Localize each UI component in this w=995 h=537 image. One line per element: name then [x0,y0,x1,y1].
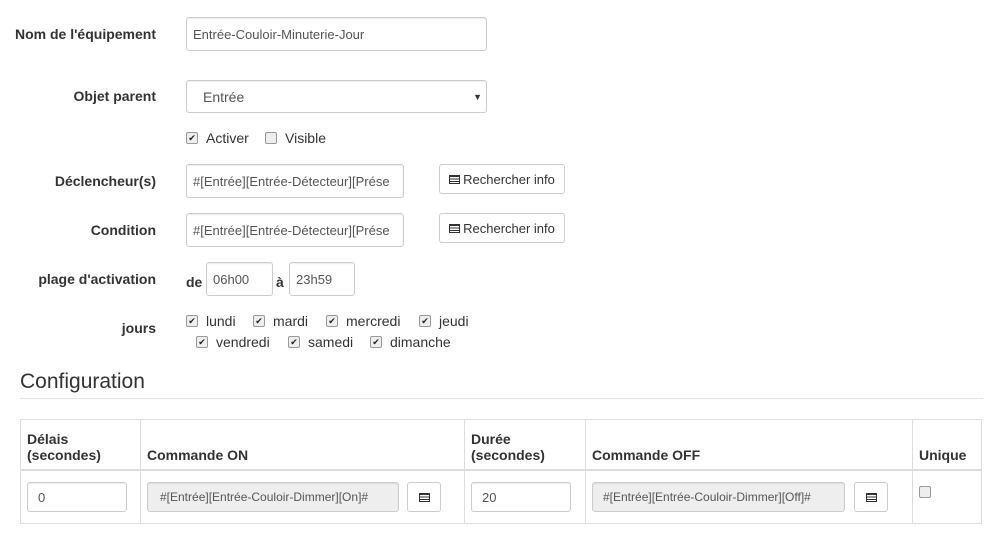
header-duration: Durée (secondes) [464,419,586,471]
chevron-down-icon: ▼ [473,91,482,102]
header-unique: Unique [912,419,982,471]
header-delay: Délais (secondes) [20,419,141,471]
day-label: samedi [308,334,354,350]
visible-checkbox[interactable]: Visible [265,130,326,146]
day-dimanche[interactable]: ✔ dimanche [370,334,451,350]
day-label: dimanche [390,334,451,350]
parent-label: Objet parent [73,88,156,104]
check-icon: ✔ [253,315,265,327]
table-row: 0 #[Entrée][Entrée-Couloir-Dimmer][On]# … [20,469,982,524]
check-icon: ✔ [288,336,300,348]
activer-label: Activer [206,130,249,146]
checkbox-empty-icon [265,132,277,144]
list-icon [865,492,877,502]
trigger-search-button[interactable]: Rechercher info [439,164,565,194]
trigger-label: Déclencheur(s) [54,173,156,189]
day-label: mardi [273,313,309,329]
day-label: mercredi [346,313,401,329]
header-cmd-on: Commande ON [140,419,465,471]
day-mardi[interactable]: ✔ mardi [253,313,308,329]
button-label: Rechercher info [463,220,555,236]
day-mercredi[interactable]: ✔ mercredi [326,313,400,329]
day-label: lundi [206,313,236,329]
condition-label: Condition [90,222,156,238]
check-icon: ✔ [196,336,208,348]
trigger-input[interactable]: #[Entrée][Entrée-Détecteur][Prése [186,164,404,198]
to-time-input[interactable]: 23h59 [289,262,355,296]
configuration-heading: Configuration [20,370,145,393]
day-samedi[interactable]: ✔ samedi [288,334,353,350]
cmd-off-select-button[interactable] [854,482,888,512]
condition-input[interactable]: #[Entrée][Entrée-Détecteur][Prése [186,213,404,247]
delay-input[interactable]: 0 [27,482,127,512]
parent-select[interactable]: Entrée ▼ [186,80,487,113]
list-icon [449,223,461,233]
check-icon: ✔ [419,315,431,327]
cmd-on-input[interactable]: #[Entrée][Entrée-Couloir-Dimmer][On]# [147,482,399,512]
cmd-on-select-button[interactable] [407,482,441,512]
divider [20,398,983,399]
to-label: à [276,274,284,290]
check-icon: ✔ [186,315,198,327]
equipment-name-input[interactable]: Entrée-Couloir-Minuterie-Jour [186,17,487,51]
table-header-row: Délais (secondes) Commande ON Durée (sec… [20,419,982,471]
visible-label: Visible [285,130,326,146]
check-icon: ✔ [326,315,338,327]
condition-search-button[interactable]: Rechercher info [439,213,565,243]
button-label: Rechercher info [463,171,555,187]
day-label: jeudi [439,313,469,329]
unique-checkbox[interactable] [919,486,931,499]
name-label: Nom de l'équipement [14,26,156,42]
header-cmd-off: Commande OFF [585,419,913,471]
from-label: de [186,274,203,290]
days-label: jours [121,320,156,336]
day-lundi[interactable]: ✔ lundi [186,313,236,329]
day-vendredi[interactable]: ✔ vendredi [196,334,270,350]
check-icon: ✔ [186,132,198,144]
list-icon [418,492,430,502]
config-table: Délais (secondes) Commande ON Durée (sec… [20,419,982,524]
day-label: vendredi [216,334,270,350]
list-icon [449,174,461,184]
parent-value: Entrée [203,88,245,105]
check-icon: ✔ [370,336,382,348]
range-label: plage d'activation [38,271,156,287]
duration-input[interactable]: 20 [471,482,571,512]
cmd-off-input[interactable]: #[Entrée][Entrée-Couloir-Dimmer][Off]# [592,482,845,512]
day-jeudi[interactable]: ✔ jeudi [419,313,469,329]
activer-checkbox[interactable]: ✔ Activer [186,130,249,146]
from-time-input[interactable]: 06h00 [206,262,273,296]
